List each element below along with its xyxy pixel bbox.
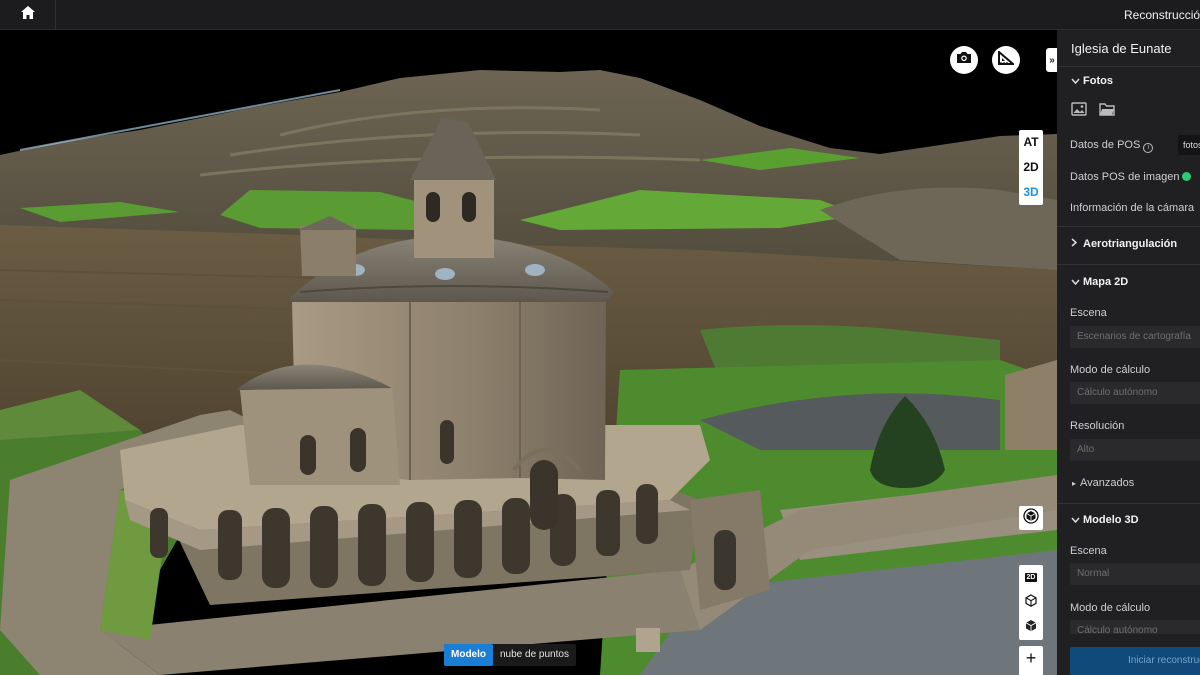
section-aerotriangulacion-label: Aerotriangulación [1083,238,1178,250]
view-mode-2d[interactable]: 2D [1019,155,1043,180]
cube-outline-icon [1025,593,1037,612]
display-outline-button[interactable] [1019,590,1043,615]
recenter-model-button[interactable] [1019,506,1043,530]
mapa2d-resolucion-label: Resolución [1070,420,1125,432]
pos-data-label: Datos de POS i [1070,139,1154,153]
zoom-in-button[interactable]: + [1019,646,1043,671]
mapa2d-modo-label: Modo de cálculo [1070,364,1151,376]
divider [1057,264,1200,265]
page-title: Reconstrucción [1124,8,1200,22]
section-mapa2d-header[interactable]: Mapa 2D [1071,276,1128,288]
chevron-down-icon [1071,76,1083,87]
divider [1057,226,1200,227]
info-icon[interactable]: i [1143,143,1154,153]
check-circle-icon [1182,172,1192,181]
mapa2d-modo-select[interactable]: Cálculo autónomo [1070,382,1200,404]
mapa2d-resolucion-select[interactable]: Alto [1070,439,1200,461]
section-modelo3d-label: Modelo 3D [1083,514,1139,526]
zoom-out-button[interactable]: − [1019,671,1043,675]
caret-right-icon: ▸ [1072,479,1077,488]
folder-icon[interactable] [1099,102,1115,121]
divider [1057,66,1200,67]
toggle-modelo[interactable]: Modelo [444,644,493,666]
pos-data-text: Datos de POS [1070,139,1141,151]
3d-viewport[interactable]: » AT 2D 3D 2D + − Modelo nube de p [0,30,1057,675]
view-mode-at[interactable]: AT [1019,130,1043,155]
section-aerotriangulacion-header[interactable]: Aerotriangulación [1071,238,1177,250]
view-mode-selector: AT 2D 3D [1019,130,1043,205]
mapa2d-escena-label: Escena [1070,307,1107,319]
model-focus-icon [1023,507,1039,529]
home-icon [20,6,35,24]
section-modelo3d-header[interactable]: Modelo 3D [1071,514,1139,526]
settings-panel: Iglesia de Eunate Fotos Datos de POS i fo… [1057,30,1200,675]
pos-image-label: Datos POS de imagen [1070,171,1192,183]
camera-info-label[interactable]: Información de la cámara [1070,202,1194,214]
measure-button[interactable] [992,46,1020,74]
top-bar: Reconstrucción [0,0,1200,30]
display-2d-button[interactable]: 2D [1019,565,1043,590]
view-mode-3d[interactable]: 3D [1019,180,1043,205]
display-mode-stack: 2D [1019,565,1043,640]
home-button[interactable] [0,0,56,30]
display-2d-label: 2D [1024,573,1038,582]
avanzados-toggle[interactable]: ▸ Avanzados [1072,477,1134,489]
chevron-down-icon [1071,277,1083,288]
model-pointcloud-toggle: Modelo nube de puntos [444,644,576,666]
reconstruction-scene[interactable] [0,30,1057,675]
modelo3d-escena-label: Escena [1070,545,1107,557]
chevron-down-icon [1071,515,1083,526]
section-fotos-label: Fotos [1083,75,1113,87]
cube-solid-icon [1025,619,1037,637]
modelo3d-modo-select[interactable]: Cálculo autónomo [1070,620,1200,634]
pos-fotos-button[interactable]: fotos [1178,135,1200,155]
project-title: Iglesia de Eunate [1071,41,1172,56]
modelo3d-modo-label: Modo de cálculo [1070,602,1151,614]
modelo3d-escena-select[interactable]: Normal [1070,563,1200,585]
camera-icon [956,51,972,69]
pos-image-text: Datos POS de imagen [1070,171,1180,183]
zoom-controls: + − [1019,646,1043,675]
display-solid-button[interactable] [1019,615,1043,640]
collapse-panel-button[interactable]: » [1046,48,1057,72]
chevron-right-icon [1071,238,1083,250]
divider [1057,503,1200,504]
avanzados-label: Avanzados [1080,477,1135,489]
image-icon[interactable] [1071,102,1087,121]
toggle-nube-de-puntos[interactable]: nube de puntos [493,644,576,666]
start-reconstruction-button[interactable]: Iniciar reconstrucción [1070,647,1200,675]
section-fotos-header[interactable]: Fotos [1071,75,1113,87]
mapa2d-escena-select[interactable]: Escenarios de cartografía [1070,326,1200,348]
ruler-triangle-icon [998,49,1016,70]
section-mapa2d-label: Mapa 2D [1083,276,1129,288]
screenshot-button[interactable] [950,46,978,74]
